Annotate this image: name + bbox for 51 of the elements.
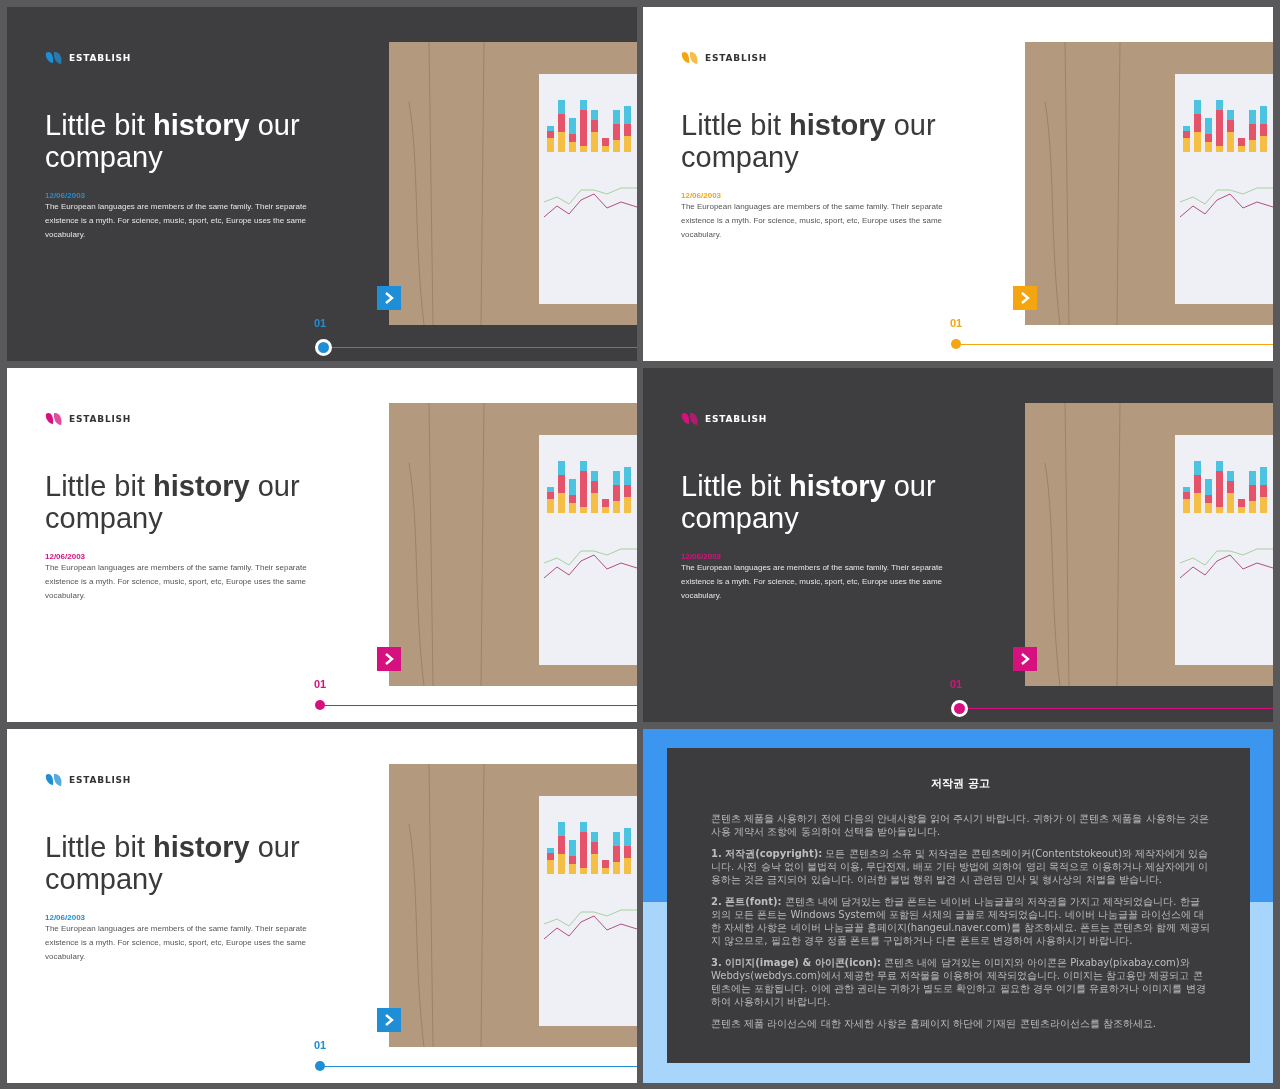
leaf-logo-icon [45, 51, 63, 65]
logo-text: ESTABLISH [705, 53, 768, 63]
step-number: 01 [314, 317, 327, 329]
step-number: 01 [950, 678, 963, 690]
notice-paragraph: 1. 저작권(copyright): 모든 콘텐츠의 소유 및 저작권은 콘텐츠메이커(Contentstokeout)와 제작자에게 있습니다. 사전 승낙 없이 불법적 이용, 무단전재, 배포 기타 방법에 의하여 영리 목적으로 이용하거나 제삼자에게 이용하는 것은 금지되어 있습니다. 이러한 불법 행위 발견 시 관련된 민사 및 형사상의 처벌을 받습니다. [711, 847, 1210, 886]
date-text: 12/06/2003 [45, 191, 86, 200]
chevron-right-icon [1020, 292, 1030, 304]
next-button[interactable] [377, 1008, 401, 1032]
body-text: The European languages are members of the same family. Their separate existence is a myth. For science, music, sport, etc, Europe uses the same vocabulary. [681, 201, 944, 241]
slide-title: Little bit history our company [681, 109, 937, 173]
date-text: 12/06/2003 [681, 552, 722, 561]
chevron-right-icon [384, 653, 394, 665]
timeline-dot [315, 1061, 325, 1071]
logo-text: ESTABLISH [69, 414, 132, 424]
notice-paragraph: 콘텐츠 제품 라이선스에 대한 자세한 사항은 홈페이지 하단에 기재된 콘텐츠라이선스를 참조하세요. [711, 1017, 1157, 1030]
timeline-dot [951, 339, 961, 349]
slide-title: Little bit history our company [45, 470, 301, 534]
next-button[interactable] [1013, 286, 1037, 310]
timeline-dot [315, 700, 325, 710]
body-text: The European languages are members of the same family. Their separate existence is a myth. For science, music, sport, etc, Europe uses the same vocabulary. [681, 562, 944, 602]
timeline-dot [951, 700, 968, 717]
step-number: 01 [950, 317, 963, 329]
logo-text: ESTABLISH [705, 414, 768, 424]
leaf-logo-icon [45, 412, 63, 426]
leaf-logo-icon [681, 51, 699, 65]
body-text: The European languages are members of the same family. Their separate existence is a myth. For science, music, sport, etc, Europe uses the same vocabulary. [45, 562, 308, 602]
next-button[interactable] [377, 647, 401, 671]
chevron-right-icon [384, 292, 394, 304]
logo-text: ESTABLISH [69, 53, 132, 63]
step-number: 01 [314, 678, 327, 690]
body-text: The European languages are members of the same family. Their separate existence is a myth. For science, music, sport, etc, Europe uses the same vocabulary. [45, 201, 308, 241]
chevron-right-icon [384, 1014, 394, 1026]
slide-title: Little bit history our company [681, 470, 937, 534]
date-text: 12/06/2003 [45, 913, 86, 922]
date-text: 12/06/2003 [45, 552, 86, 561]
leaf-logo-icon [45, 773, 63, 787]
notice-title: 저작권 공고 [930, 776, 991, 791]
next-button[interactable] [1013, 647, 1037, 671]
chevron-right-icon [1020, 653, 1030, 665]
step-number: 01 [314, 1039, 327, 1051]
leaf-logo-icon [681, 412, 699, 426]
notice-paragraph: 콘텐츠 제품을 사용하기 전에 다음의 안내사항을 읽어 주시기 바랍니다. 귀하가 이 콘텐츠 제품을 사용하는 것은 사용 계약서 조항에 동의하여 선택을 받아들입니다. [711, 812, 1210, 838]
date-text: 12/06/2003 [681, 191, 722, 200]
body-text: The European languages are members of the same family. Their separate existence is a myth. For science, music, sport, etc, Europe uses the same vocabulary. [45, 923, 308, 963]
notice-paragraph: 3. 이미지(image) & 아이콘(icon): 콘텐츠 내에 담겨있는 이미지와 아이콘은 Pixabay(pixabay.com)와 Webdys(webdys.com)에서 제공한 무료 저작물을 이용하여 제작되었습니다. 이미지는 참고용만 제공되고 콘텐츠에는 포함됩니다. 이에 관한 권리는 귀하가 별도로 확인하고 필요한 경우 여기를 유료하거나 이미지를 변경하여 사용하시기 바랍니다. [711, 956, 1207, 1008]
notice-paragraph: 2. 폰트(font): 콘텐츠 내에 담겨있는 한글 폰트는 네이버 나눔글꼴의 저작권을 가지고 제작되었습니다. 한글 외의 모든 폰트는 Windows System에 포함된 서체의 글꼴로 제작되었습니다. 네이버 나눔글꼴 라이선스에 대한 자세한 사항은 네이버 나눔글꼴 홈페이지(hangeul.naver.com)를 참조하세요. 폰트는 콘텐츠와 함께 제공되지 않으므로, 필요한 경우 정품 폰트를 구입하거나 다른 폰트로 변경하여 사용하시기 바랍니다. [711, 895, 1210, 947]
next-button[interactable] [377, 286, 401, 310]
timeline-dot [315, 339, 332, 356]
slide-title: Little bit history our company [45, 109, 301, 173]
logo-text: ESTABLISH [69, 775, 132, 785]
slide-title: Little bit history our company [45, 831, 301, 895]
